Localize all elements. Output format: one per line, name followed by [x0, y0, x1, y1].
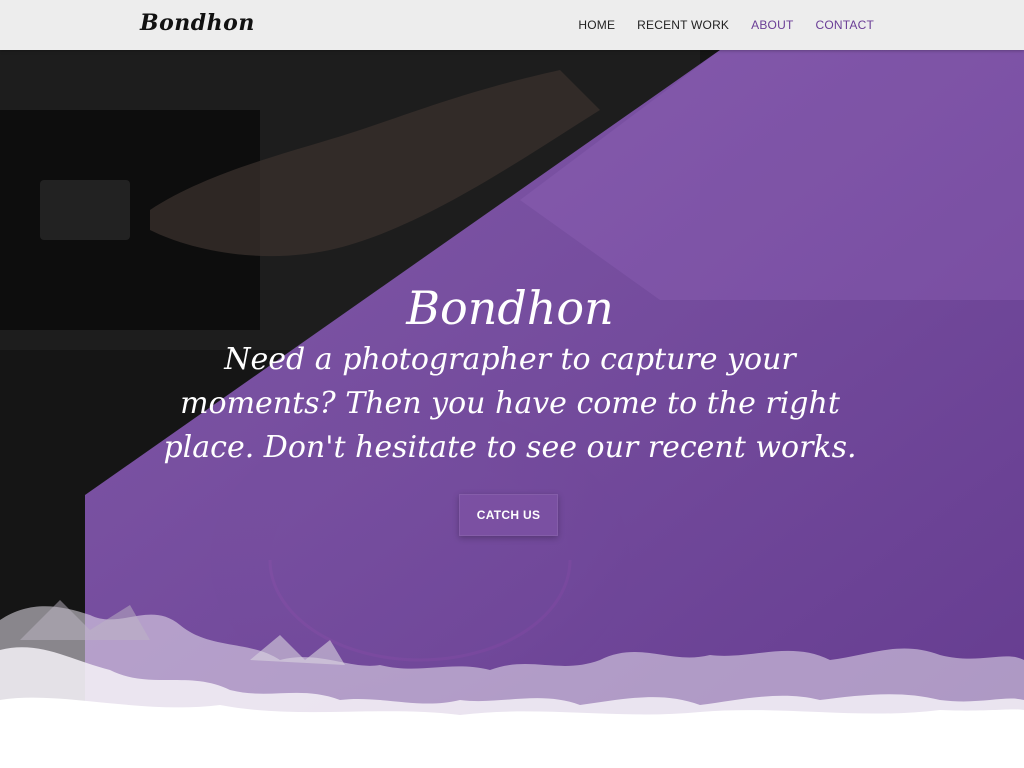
nav-link-about[interactable]: ABOUT: [751, 14, 793, 36]
hero-title: Bondhon: [406, 281, 614, 335]
navbar: Bondhon HOME RECENT WORK ABOUT CONTACT: [0, 0, 1024, 50]
nav-link-recent-work[interactable]: RECENT WORK: [637, 14, 729, 36]
nav-item-recent-work: RECENT WORK: [637, 14, 729, 36]
nav-link-contact[interactable]: CONTACT: [815, 14, 874, 36]
brand-logo[interactable]: Bondhon: [140, 10, 255, 36]
nav-item-about: ABOUT: [751, 14, 793, 36]
nav-menu: HOME RECENT WORK ABOUT CONTACT: [556, 0, 874, 50]
nav-item-contact: CONTACT: [815, 14, 874, 36]
hero-section: Bondhon Need a photographer to capture y…: [150, 278, 870, 470]
nav-item-home: HOME: [578, 14, 615, 36]
catch-us-button[interactable]: CATCH US: [459, 494, 558, 536]
hero-subtitle: Need a photographer to capture your mome…: [163, 342, 857, 465]
nav-link-home[interactable]: HOME: [578, 14, 615, 36]
